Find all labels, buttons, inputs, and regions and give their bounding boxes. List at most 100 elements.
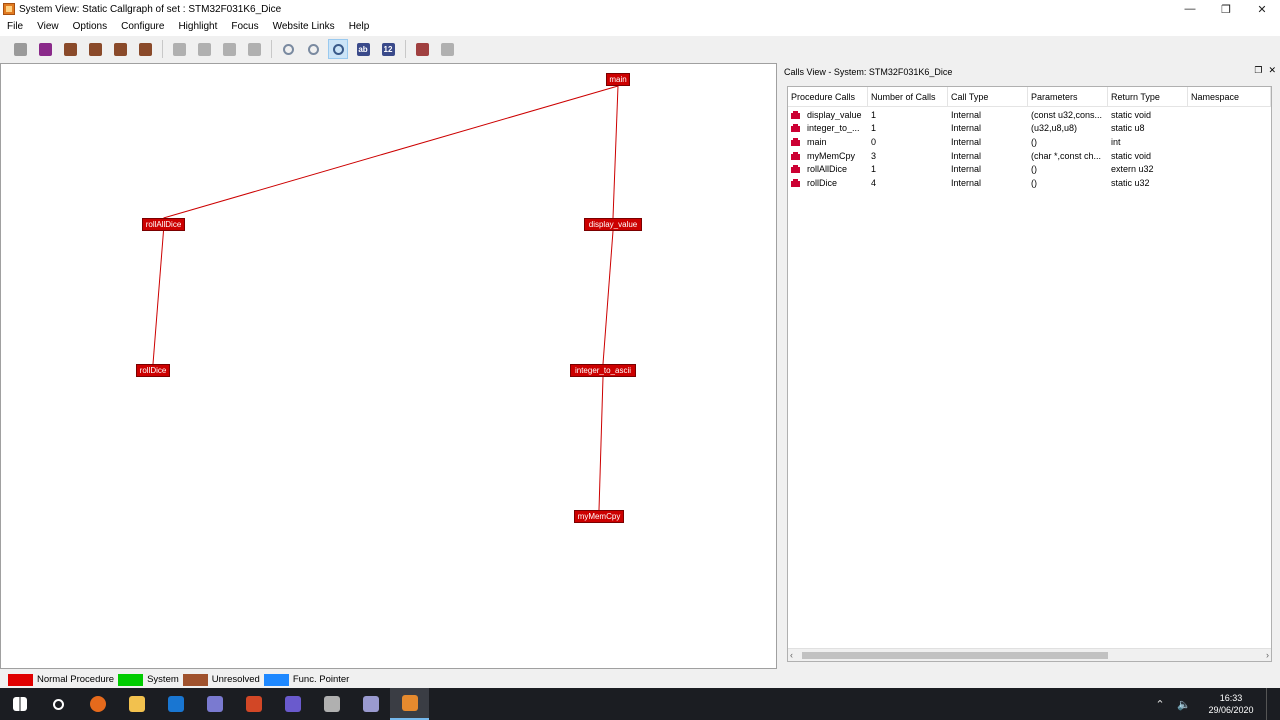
close-pane-icon[interactable]: ✕ [1268,65,1276,76]
procedure-icon [791,178,800,187]
layout-grey-4-icon [222,42,236,56]
procedure-cell: myMemCpy [788,151,868,161]
column-header-number-of-calls[interactable]: Number of Calls [868,87,948,107]
graph-node-myMemCpy[interactable]: myMemCpy [574,510,624,523]
undo-button[interactable] [437,39,457,59]
search-taskbar-button[interactable] [39,688,78,720]
cell-params: (u32,u8,u8) [1031,123,1078,134]
procedure-name: rollDice [807,177,838,188]
scroll-right-icon[interactable]: › [1266,649,1269,662]
cell-calls: 1 [871,123,877,134]
firefox-taskbar-button[interactable] [78,688,117,720]
column-header-return-type[interactable]: Return Type [1108,87,1188,107]
layout-grey-1-button[interactable] [10,39,30,59]
clock[interactable]: 16:33 29/06/2020 [1196,692,1266,716]
app-blue-taskbar-button[interactable] [195,688,234,720]
settings-app-icon [362,696,379,712]
volume-icon[interactable]: 🔈 [1172,698,1196,711]
legend-item: Normal Procedure [8,673,114,686]
table-row[interactable]: main 0 Internal () int [788,135,1271,149]
layout-brown-4-icon [138,42,152,56]
menu-view[interactable]: View [30,18,66,36]
menu-options[interactable]: Options [66,18,114,36]
file-explorer-taskbar-button[interactable] [117,688,156,720]
number-12-button[interactable]: 12 [378,39,398,59]
menu-help[interactable]: Help [342,18,377,36]
show-desktop-button[interactable] [1266,688,1280,720]
layout-purple-button[interactable] [35,39,55,59]
layout-brown-2-button[interactable] [85,39,105,59]
settings-app-taskbar-button[interactable] [351,688,390,720]
outlook-icon [167,696,184,712]
scroll-left-icon[interactable]: ‹ [790,649,793,662]
app-tool-taskbar-button[interactable] [312,688,351,720]
table-row[interactable]: rollAllDice 1 Internal () extern u32 [788,162,1271,176]
layout-grey-4-button[interactable] [219,39,239,59]
edge-integer_to_ascii-to-myMemCpy [598,376,604,511]
table-row[interactable]: integer_to_... 1 Internal (u32,u8,u8) static… [788,122,1271,136]
column-header-namespace[interactable]: Namespace [1188,87,1271,107]
highlight-pen-button[interactable] [412,39,432,59]
cell-params: () [1031,136,1037,147]
text-ab-button[interactable]: ab [353,39,373,59]
layout-grey-2-button[interactable] [169,39,189,59]
menu-website-links[interactable]: Website Links [266,18,342,36]
cell-type: Internal [951,164,982,175]
table-row[interactable]: display_value 1 Internal (const u32,cons...… [788,108,1271,122]
horizontal-scrollbar[interactable]: ‹ › [788,648,1271,661]
graph-node-integer_to_ascii[interactable]: integer_to_ascii [570,364,636,377]
legend-item: Func. Pointer [263,673,350,686]
graph-node-rollAllDice[interactable]: rollAllDice [142,218,185,231]
app-purple-taskbar-button[interactable] [273,688,312,720]
toolbar-separator [271,40,272,58]
cell-ret: static u32 [1111,177,1150,188]
powerpoint-taskbar-button[interactable] [234,688,273,720]
file-explorer-icon [128,696,145,712]
cell-type: Internal [951,177,982,188]
restore-button[interactable]: ❐ [1208,0,1244,18]
calls-table[interactable]: Procedure Calls Number of Calls Call Type P… [787,86,1272,662]
layout-grey-3-icon [197,42,211,56]
graph-node-display_value[interactable]: display_value [584,218,642,231]
layout-grey-5-button[interactable] [244,39,264,59]
understand-app-taskbar-button[interactable] [390,688,429,720]
zoom-out-button[interactable] [303,39,323,59]
close-button[interactable]: ✕ [1244,0,1280,18]
system-tray: ⌃ 🔈 16:33 29/06/2020 [1148,688,1280,720]
table-row[interactable]: myMemCpy 3 Internal (char *,const ch... stat… [788,149,1271,163]
procedure-name: myMemCpy [807,150,856,161]
toolbar-separator [405,40,406,58]
start-windows-taskbar-button[interactable] [0,688,39,720]
minimize-button[interactable]: — [1172,0,1208,18]
cell-ret: static void [1111,109,1152,120]
float-pane-icon[interactable]: ❐ [1254,65,1262,76]
cell-ret: extern u32 [1111,164,1154,175]
column-header-procedure-calls[interactable]: Procedure Calls [788,87,868,107]
tray-chevron-up-icon[interactable]: ⌃ [1148,698,1172,711]
cell-params: () [1031,177,1037,188]
column-header-parameters[interactable]: Parameters [1028,87,1108,107]
menu-focus[interactable]: Focus [224,18,265,36]
number-12-icon: 12 [381,42,395,56]
graph-node-main[interactable]: main [606,73,630,86]
layout-brown-1-icon [63,42,77,56]
layout-grey-3-button[interactable] [194,39,214,59]
column-header-call-type[interactable]: Call Type [948,87,1028,107]
layout-brown-1-button[interactable] [60,39,80,59]
graph-node-rollDice[interactable]: rollDice [136,364,170,377]
layout-brown-3-button[interactable] [110,39,130,59]
zoom-fit-button[interactable] [328,39,348,59]
calls-view-title-bar: Calls View - System: STM32F031K6_Dice ❐ … [779,65,1280,79]
table-row[interactable]: rollDice 4 Internal () static u32 [788,176,1271,190]
cell-params: () [1031,164,1037,175]
zoom-in-button[interactable] [278,39,298,59]
menu-configure[interactable]: Configure [114,18,171,36]
scrollbar-thumb[interactable] [802,652,1108,659]
title-bar: System View: Static Callgraph of set : S… [0,0,1280,18]
outlook-taskbar-button[interactable] [156,688,195,720]
callgraph-canvas[interactable]: main rollAllDice display_value rollDice inte… [0,63,777,669]
legend-label: Func. Pointer [292,674,350,685]
layout-brown-4-button[interactable] [135,39,155,59]
menu-highlight[interactable]: Highlight [171,18,224,36]
menu-file[interactable]: File [0,18,30,36]
